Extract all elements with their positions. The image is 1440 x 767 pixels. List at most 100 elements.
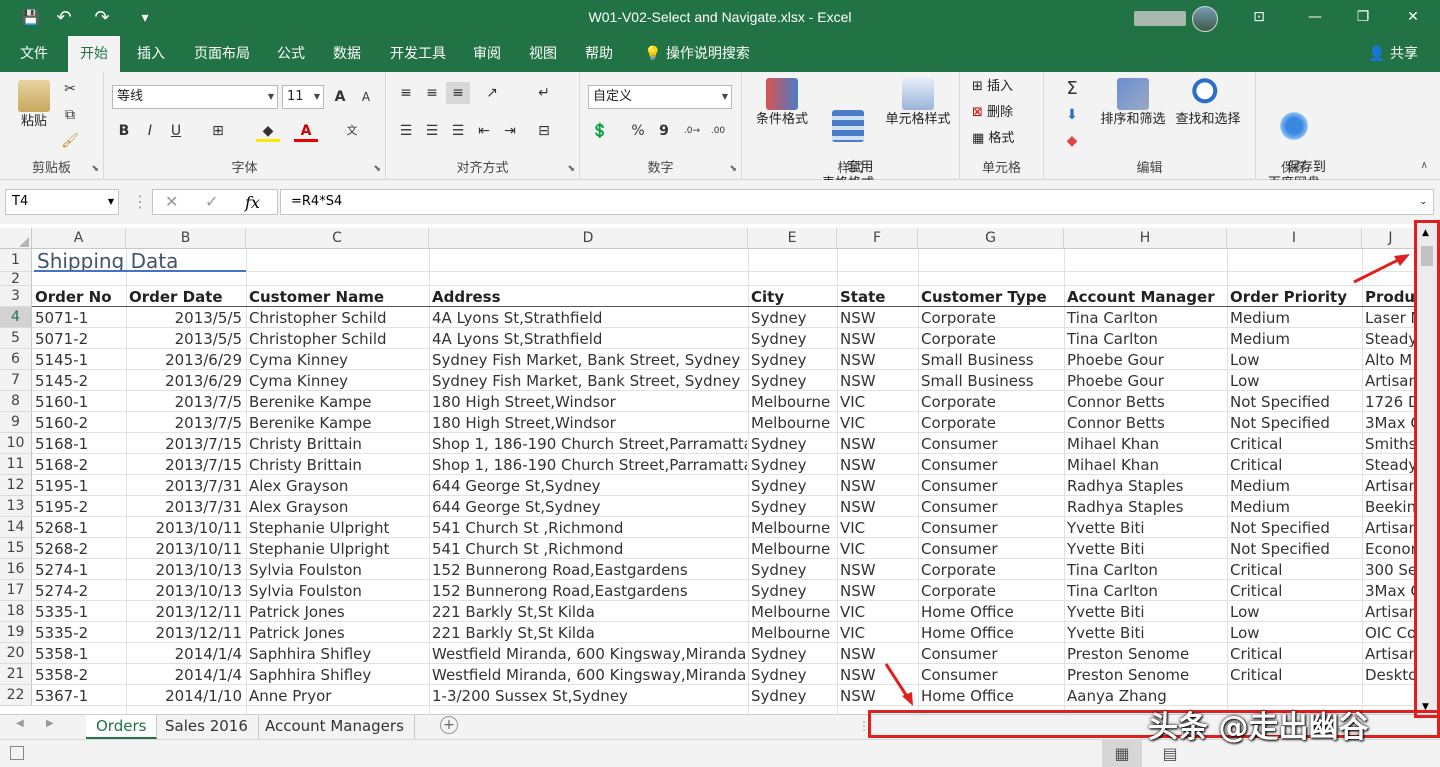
name-box[interactable]: T4 ▼	[5, 189, 119, 215]
table-cell[interactable]: 2013/5/5	[126, 328, 245, 349]
table-cell[interactable]: 1-3/200 Sussex St,Sydney	[429, 685, 747, 706]
table-cell[interactable]: Phoebe Gour	[1064, 349, 1226, 370]
row-header-2[interactable]: 2	[0, 272, 32, 286]
cell-styles-button[interactable]: 单元格样式	[882, 78, 954, 128]
table-cell[interactable]: NSW	[837, 559, 917, 580]
table-cell[interactable]: Stephanie Ulpright	[246, 517, 428, 538]
clipboard-launcher-icon[interactable]: ⬊	[91, 164, 99, 174]
table-cell[interactable]: Not Specified	[1227, 412, 1361, 433]
table-cell[interactable]: 4A Lyons St,Strathfield	[429, 307, 747, 328]
table-cell[interactable]: Consumer	[918, 433, 1063, 454]
table-cell[interactable]: Artisan	[1362, 643, 1414, 664]
table-cell[interactable]: 5195-1	[32, 475, 125, 496]
table-cell[interactable]: VIC	[837, 517, 917, 538]
table-cell[interactable]: Corporate	[918, 412, 1063, 433]
row-header-1[interactable]: 1	[0, 249, 32, 272]
tab-formulas[interactable]: 公式	[265, 36, 317, 72]
table-cell[interactable]: Deskto	[1362, 664, 1414, 685]
table-cell[interactable]: Steady	[1362, 328, 1414, 349]
table-cell[interactable]: Critical	[1227, 580, 1361, 601]
table-cell[interactable]: 221 Barkly St,St Kilda	[429, 622, 747, 643]
scroll-up-icon[interactable]: ▲	[1422, 228, 1429, 238]
table-cell[interactable]: Melbourne	[748, 517, 836, 538]
table-cell[interactable]: NSW	[837, 580, 917, 601]
redo-icon[interactable]: ↷	[93, 9, 111, 27]
tab-data[interactable]: 数据	[321, 36, 373, 72]
tab-help[interactable]: 帮助	[573, 36, 625, 72]
fill-icon[interactable]: ⬇	[1060, 104, 1084, 126]
fill-color-icon[interactable]: ◆	[256, 120, 280, 142]
worksheet-grid[interactable]: ABCDEFGHIJ 1 2 3 4 5 6 7 8 9 10 11 12 13 14 15 16 17 18 19…	[0, 228, 1414, 714]
table-cell[interactable]: Saphhira Shifley	[246, 643, 428, 664]
table-cell[interactable]: 5168-1	[32, 433, 125, 454]
table-cell[interactable]: 5145-1	[32, 349, 125, 370]
table-cell[interactable]: Sydney	[748, 349, 836, 370]
table-cell[interactable]: Critical	[1227, 643, 1361, 664]
tab-home[interactable]: 开始	[68, 36, 120, 72]
row-header-22[interactable]: 22	[0, 685, 32, 706]
table-cell[interactable]: Radhya Staples	[1064, 496, 1226, 517]
column-header-h[interactable]: H	[1064, 228, 1227, 249]
number-format-select[interactable]: 自定义 ▼	[588, 85, 732, 109]
table-cell[interactable]: Sylvia Foulston	[246, 580, 428, 601]
column-title-cell[interactable]: Account Manager	[1064, 286, 1226, 307]
table-cell[interactable]: Sydney	[748, 307, 836, 328]
percent-button[interactable]: %	[626, 120, 650, 142]
close-button[interactable]: ✕	[1390, 0, 1436, 36]
table-cell[interactable]: 2014/1/4	[126, 664, 245, 685]
table-cell[interactable]: Small Business	[918, 349, 1063, 370]
table-cell[interactable]: Corporate	[918, 580, 1063, 601]
grow-font-icon[interactable]: A	[328, 86, 352, 108]
row-header-19[interactable]: 19	[0, 622, 32, 643]
table-cell[interactable]	[1362, 685, 1414, 706]
table-cell[interactable]: Melbourne	[748, 391, 836, 412]
table-cell[interactable]: Artisan	[1362, 475, 1414, 496]
table-cell[interactable]: Sylvia Foulston	[246, 559, 428, 580]
underline-button[interactable]: U	[164, 120, 188, 142]
table-cell[interactable]: Sydney	[748, 685, 836, 706]
paste-button[interactable]: 粘贴	[12, 80, 56, 130]
scroll-down-icon[interactable]: ▼	[1422, 702, 1429, 712]
column-header-b[interactable]: B	[126, 228, 246, 249]
table-cell[interactable]: VIC	[837, 622, 917, 643]
table-cell[interactable]: 5168-2	[32, 454, 125, 475]
table-cell[interactable]: 5268-1	[32, 517, 125, 538]
table-cell[interactable]: Sydney	[748, 454, 836, 475]
table-cell[interactable]: Alex Grayson	[246, 475, 428, 496]
table-cell[interactable]: Anne Pryor	[246, 685, 428, 706]
table-cell[interactable]: Tina Carlton	[1064, 307, 1226, 328]
row-header-12[interactable]: 12	[0, 475, 32, 496]
table-cell[interactable]: 152 Bunnerong Road,Eastgardens	[429, 580, 747, 601]
table-cell[interactable]: Connor Betts	[1064, 391, 1226, 412]
table-cell[interactable]: Christopher Schild	[246, 328, 428, 349]
conditional-formatting-button[interactable]: 条件格式	[750, 78, 814, 128]
table-cell[interactable]: 2013/7/31	[126, 475, 245, 496]
column-title-cell[interactable]: Order Date	[126, 286, 245, 307]
increase-indent-icon[interactable]: ⇥	[498, 120, 522, 142]
table-cell[interactable]: Steady	[1362, 454, 1414, 475]
table-cell[interactable]: Corporate	[918, 307, 1063, 328]
table-cell[interactable]: Artisan	[1362, 517, 1414, 538]
table-cell[interactable]: Patrick Jones	[246, 601, 428, 622]
format-cells-button[interactable]: ▦ 格式	[972, 128, 1014, 150]
table-cell[interactable]: 5274-1	[32, 559, 125, 580]
table-cell[interactable]: Laser N	[1362, 307, 1414, 328]
column-header-a[interactable]: A	[32, 228, 126, 249]
tab-page-layout[interactable]: 页面布局	[182, 36, 262, 72]
table-cell[interactable]: OIC Co	[1362, 622, 1414, 643]
row-header-8[interactable]: 8	[0, 391, 32, 412]
align-bottom-icon[interactable]: ≡	[446, 82, 470, 104]
column-header-g[interactable]: G	[918, 228, 1064, 249]
table-cell[interactable]: 5268-2	[32, 538, 125, 559]
table-cell[interactable]: Home Office	[918, 622, 1063, 643]
table-cell[interactable]: 5367-1	[32, 685, 125, 706]
table-cell[interactable]: VIC	[837, 538, 917, 559]
row-header-18[interactable]: 18	[0, 601, 32, 622]
table-cell[interactable]: 5335-2	[32, 622, 125, 643]
table-cell[interactable]: 5160-2	[32, 412, 125, 433]
row-header-7[interactable]: 7	[0, 370, 32, 391]
table-cell[interactable]: 5145-2	[32, 370, 125, 391]
borders-icon[interactable]: ⊞	[206, 120, 230, 142]
table-cell[interactable]: 2013/12/11	[126, 601, 245, 622]
row-header-5[interactable]: 5	[0, 328, 32, 349]
